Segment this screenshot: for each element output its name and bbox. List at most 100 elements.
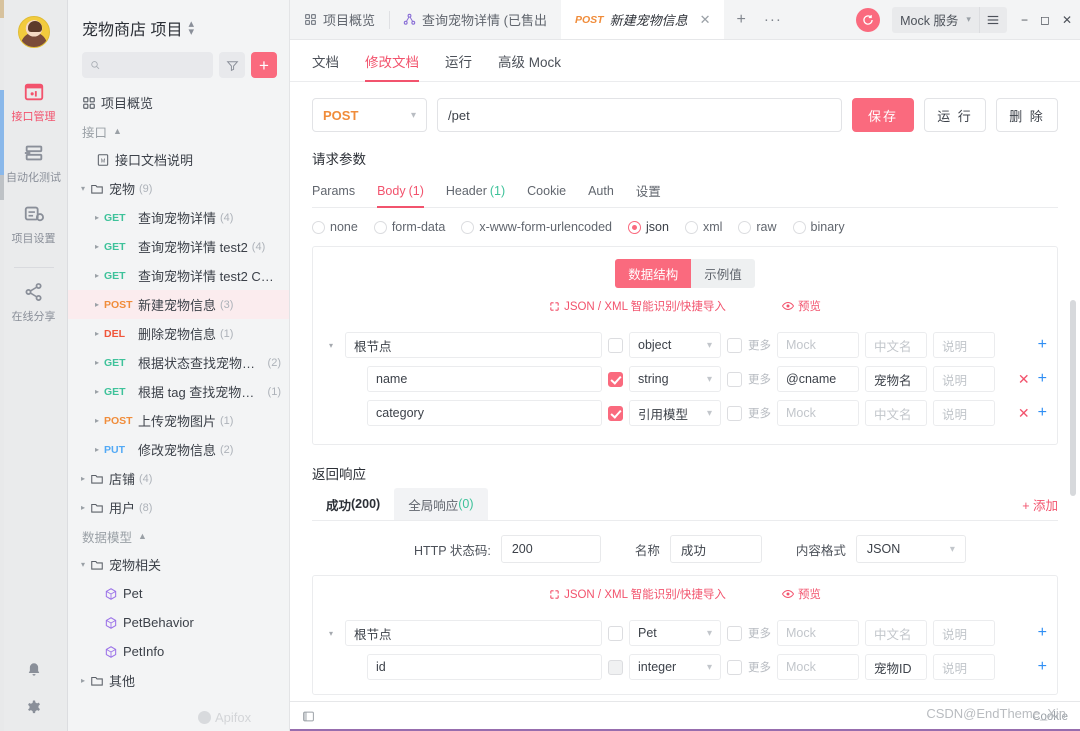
param-desc-input[interactable]: 说明: [933, 654, 995, 680]
window-tab-query-pet[interactable]: 查询宠物详情 (已售出: [389, 0, 561, 39]
window-tab-create-pet[interactable]: POST 新建宠物信息 ✕: [560, 0, 725, 39]
param-cnname-input[interactable]: 中文名: [865, 620, 927, 646]
twisty-open-icon[interactable]: ▾: [323, 629, 339, 638]
param-required-checkbox[interactable]: [608, 659, 623, 675]
add-row-icon[interactable]: +: [1038, 405, 1047, 421]
sidebar-group-api[interactable]: 接口 ▲: [68, 117, 289, 145]
tab-more-button[interactable]: ···: [758, 0, 788, 39]
doc-tab[interactable]: 高级 Mock: [498, 40, 561, 82]
param-cnname-input[interactable]: 宠物ID: [865, 654, 927, 680]
sidebar-folder-other[interactable]: ▸ 其他: [68, 666, 289, 695]
collapse-panel-icon[interactable]: [302, 710, 315, 723]
sidebar-group-model[interactable]: 数据模型 ▲: [68, 522, 289, 550]
param-more-button[interactable]: 更多: [748, 371, 771, 387]
status-code-input[interactable]: 200: [500, 535, 601, 563]
param-mock-input[interactable]: Mock: [777, 332, 859, 358]
bell-icon[interactable]: [25, 661, 43, 679]
sidebar-item-api-doc[interactable]: M 接口文档说明: [68, 145, 289, 174]
param-required-checkbox[interactable]: [608, 337, 623, 353]
preview-link[interactable]: 预览: [781, 586, 821, 602]
rail-item-api-manage[interactable]: 接口管理: [0, 72, 68, 133]
param-extra-checkbox[interactable]: [727, 625, 742, 641]
param-required-checkbox[interactable]: [608, 625, 623, 641]
param-required-checkbox[interactable]: [608, 405, 623, 421]
sidebar-model-item[interactable]: PetInfo: [68, 637, 289, 666]
window-tab-overview[interactable]: 项目概览: [290, 0, 389, 39]
smart-import-link[interactable]: JSON / XML 智能识别/快捷导入: [549, 586, 726, 602]
request-tab[interactable]: Body (1): [377, 174, 424, 208]
param-mock-input[interactable]: @cname: [777, 366, 859, 392]
param-mock-input[interactable]: Mock: [777, 620, 859, 646]
close-icon[interactable]: ✕: [1062, 13, 1072, 27]
request-tab[interactable]: Cookie: [527, 174, 566, 208]
param-more-button[interactable]: 更多: [748, 405, 771, 421]
sidebar-api-item[interactable]: ▸ DEL 删除宠物信息 (1): [68, 319, 289, 348]
filter-button[interactable]: [219, 52, 245, 78]
body-type-radio[interactable]: form-data: [373, 220, 445, 234]
param-more-button[interactable]: 更多: [748, 659, 771, 675]
mock-service-select[interactable]: Mock 服务 ▾: [892, 6, 979, 33]
request-tab[interactable]: 设置: [636, 174, 661, 208]
sidebar-api-item[interactable]: ▸ POST 上传宠物图片 (1): [68, 406, 289, 435]
param-more-button[interactable]: 更多: [748, 625, 771, 641]
response-name-input[interactable]: 成功: [669, 535, 762, 563]
request-tab[interactable]: Params: [312, 174, 355, 208]
sidebar-model-item[interactable]: Pet: [68, 579, 289, 608]
run-button[interactable]: 运 行: [924, 98, 986, 132]
param-cnname-input[interactable]: 中文名: [865, 400, 927, 426]
add-row-icon[interactable]: +: [1038, 659, 1047, 675]
param-extra-checkbox[interactable]: [727, 405, 742, 421]
response-tab[interactable]: 成功 (200): [312, 488, 394, 520]
param-cnname-input[interactable]: 宠物名: [865, 366, 927, 392]
sidebar-folder-pets[interactable]: ▾ 宠物 (9): [68, 174, 289, 203]
gear-icon[interactable]: [25, 699, 43, 717]
delete-row-icon[interactable]: ✕: [1018, 371, 1030, 388]
body-type-radio[interactable]: binary: [792, 220, 845, 234]
smart-import-link[interactable]: JSON / XML 智能识别/快捷导入: [549, 298, 726, 314]
param-required-checkbox[interactable]: [608, 371, 623, 387]
param-desc-input[interactable]: 说明: [933, 366, 995, 392]
preview-link[interactable]: 预览: [781, 298, 821, 314]
sidebar-folder-pet-related[interactable]: ▾ 宠物相关: [68, 550, 289, 579]
doc-tab[interactable]: 修改文档: [365, 40, 419, 82]
rail-item-share[interactable]: 在线分享: [0, 272, 68, 333]
content-format-select[interactable]: JSON ▾: [855, 535, 966, 563]
sidebar-api-item[interactable]: ▸ PUT 修改宠物信息 (2): [68, 435, 289, 464]
param-cnname-input[interactable]: 中文名: [865, 332, 927, 358]
param-name-input[interactable]: id: [367, 654, 602, 680]
sync-button[interactable]: [856, 7, 881, 32]
maximize-icon[interactable]: ◻: [1040, 13, 1050, 27]
sidebar-api-item[interactable]: ▸ GET 根据状态查找宠物列表 (2): [68, 348, 289, 377]
request-tab[interactable]: Header (1): [446, 174, 505, 208]
add-row-icon[interactable]: +: [1038, 337, 1047, 353]
body-type-radio[interactable]: json: [628, 220, 669, 234]
param-extra-checkbox[interactable]: [727, 371, 742, 387]
sidebar-model-item[interactable]: PetBehavior: [68, 608, 289, 637]
body-type-radio[interactable]: xml: [684, 220, 722, 234]
body-type-radio[interactable]: none: [312, 220, 358, 234]
param-extra-checkbox[interactable]: [727, 659, 742, 675]
param-mock-input[interactable]: Mock: [777, 654, 859, 680]
sidebar-item-overview[interactable]: 项目概览: [68, 88, 289, 117]
param-mock-input[interactable]: Mock: [777, 400, 859, 426]
project-switcher[interactable]: 宠物商店 项目 ▴ ▾: [68, 0, 289, 52]
doc-tab[interactable]: 运行: [445, 40, 472, 82]
add-response-button[interactable]: + 添加: [1022, 495, 1058, 520]
param-name-input[interactable]: 根节点: [345, 332, 602, 358]
add-row-icon[interactable]: +: [1038, 371, 1047, 387]
twisty-open-icon[interactable]: ▾: [323, 341, 339, 350]
param-desc-input[interactable]: 说明: [933, 400, 995, 426]
param-name-input[interactable]: 根节点: [345, 620, 602, 646]
user-avatar[interactable]: [17, 16, 50, 48]
param-name-input[interactable]: category: [367, 400, 602, 426]
param-type-select[interactable]: 引用模型 ▾: [629, 400, 721, 426]
param-desc-input[interactable]: 说明: [933, 620, 995, 646]
param-type-select[interactable]: integer ▾: [629, 654, 721, 680]
param-type-select[interactable]: object ▾: [629, 332, 721, 358]
new-tab-button[interactable]: +: [724, 0, 757, 39]
search-box[interactable]: [82, 52, 213, 78]
sidebar-api-item[interactable]: ▸ GET 查询宠物详情 test2 Cop...: [68, 261, 289, 290]
param-type-select[interactable]: string ▾: [629, 366, 721, 392]
search-input[interactable]: [106, 58, 205, 72]
param-name-input[interactable]: name: [367, 366, 602, 392]
